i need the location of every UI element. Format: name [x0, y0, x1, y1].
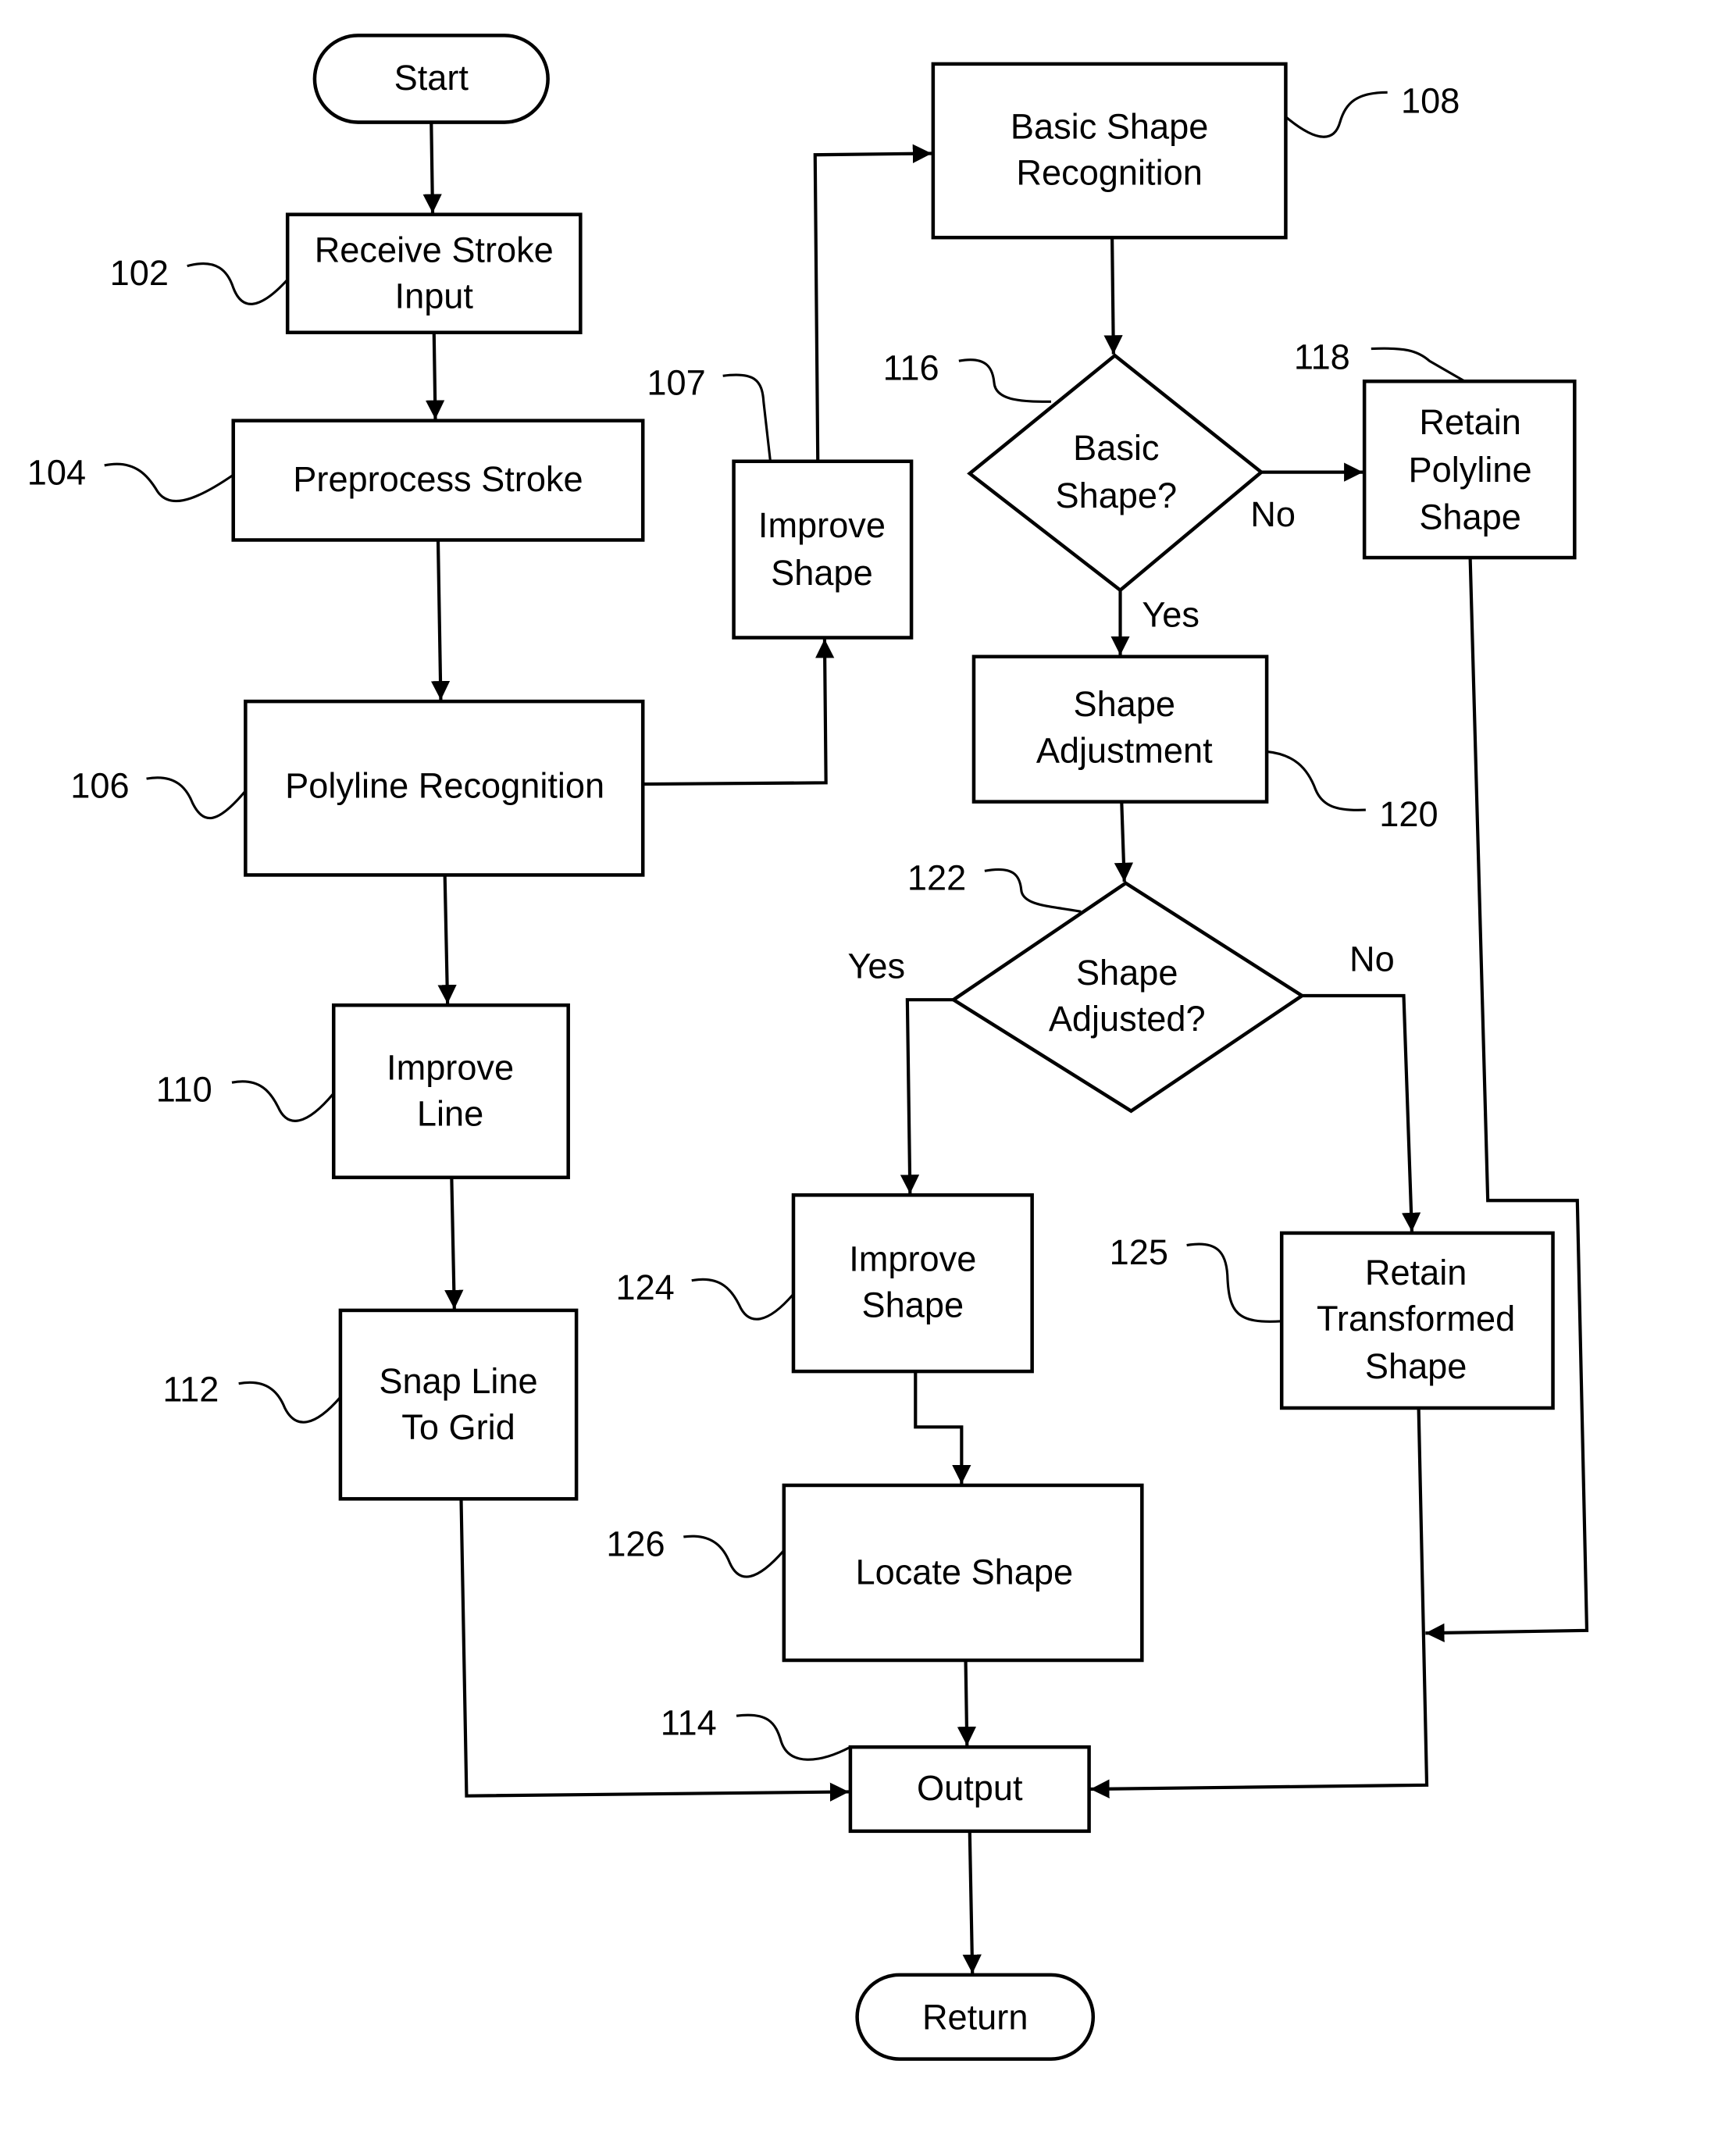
edge-106-to-110 [437, 875, 457, 1004]
node-124-line-2: Shape [862, 1285, 964, 1325]
ref-120: 120 [1379, 794, 1438, 834]
node-107-line-2: Shape [771, 553, 873, 593]
node-114-line-1: Output [917, 1768, 1023, 1808]
ref-107: 107 [647, 363, 705, 403]
ref-106: 106 [70, 765, 129, 805]
node-112-snap-line-to-grid: Snap Line To Grid [338, 1308, 579, 1501]
node-110-line-1: Improve [387, 1048, 514, 1088]
ref-118: 118 [1294, 337, 1350, 377]
edge-124-to-126 [914, 1371, 971, 1485]
edge-102-to-104 [425, 332, 445, 419]
node-110-line-2: Line [417, 1094, 483, 1134]
node-118-retain-polyline-shape: Retain Polyline Shape [1362, 380, 1577, 560]
decision-122-yes-label: Yes [847, 946, 905, 986]
ref-104: 104 [27, 452, 86, 492]
edge-126-to-114 [957, 1659, 977, 1746]
return-terminal: Return [855, 1973, 1096, 2061]
node-102-line-1: Receive Stroke [315, 230, 554, 269]
node-106-line-1: Polyline Recognition [285, 765, 604, 805]
node-118-line-2: Polyline [1409, 450, 1532, 490]
ref-110: 110 [156, 1069, 212, 1109]
node-108-basic-shape-recognition: Basic Shape Recognition [931, 62, 1288, 240]
node-114-output: Output [848, 1745, 1091, 1834]
node-112-line-2: To Grid [401, 1407, 515, 1447]
node-126-locate-shape: Locate Shape [782, 1483, 1144, 1663]
node-125-line-2: Transformed [1317, 1299, 1515, 1339]
edge-110-to-112 [444, 1177, 464, 1310]
node-102-receive-stroke-input: Receive Stroke Input [285, 212, 583, 335]
node-124-line-1: Improve [849, 1239, 976, 1279]
node-118-line-1: Retain [1419, 402, 1521, 442]
edge-122-to-124-yes [900, 998, 954, 1194]
edge-108-to-116 [1103, 237, 1123, 355]
edge-107-to-108 [813, 144, 932, 462]
node-107-line-1: Improve [758, 505, 886, 545]
node-118-line-3: Shape [1419, 497, 1521, 537]
node-125-line-1: Retain [1365, 1253, 1467, 1292]
decision-122-shape-adjusted: Shape Adjusted? [950, 881, 1306, 1114]
flowchart: Start Return Receive Stroke Input Prepro… [27, 34, 1589, 2061]
decision-116-no-label: No [1250, 494, 1296, 534]
ref-108: 108 [1401, 80, 1460, 120]
edge-start-to-102 [422, 122, 442, 213]
ref-125: 125 [1110, 1232, 1168, 1272]
node-120-line-2: Adjustment [1036, 730, 1213, 770]
decision-116-basic-shape: Basic Shape? [967, 353, 1264, 593]
start-label: Start [394, 58, 469, 98]
node-110-improve-line: Improve Line [331, 1003, 570, 1179]
node-124-improve-shape: Improve Shape [791, 1193, 1034, 1374]
ref-112: 112 [162, 1369, 219, 1409]
decision-116-line-2: Shape? [1055, 476, 1177, 515]
decision-122-line-2: Adjusted? [1049, 999, 1206, 1039]
ref-116: 116 [883, 348, 939, 388]
node-107-improve-shape: Improve Shape [732, 459, 914, 640]
edge-104-to-106 [430, 540, 451, 700]
node-102-line-2: Input [395, 276, 474, 315]
edge-120-to-122 [1114, 801, 1134, 882]
node-120-line-1: Shape [1073, 684, 1175, 724]
edge-114-to-return [962, 1831, 982, 1974]
start-terminal: Start [312, 34, 550, 124]
decision-116-line-1: Basic [1073, 428, 1159, 468]
node-125-line-3: Shape [1365, 1346, 1467, 1386]
node-126-line-1: Locate Shape [856, 1552, 1074, 1592]
decision-122-line-1: Shape [1076, 953, 1178, 993]
ref-114: 114 [661, 1703, 717, 1743]
node-120-shape-adjustment: Shape Adjustment [971, 654, 1269, 804]
edge-106-to-107 [643, 639, 835, 786]
decision-122-no-label: No [1349, 939, 1395, 979]
ref-126: 126 [606, 1524, 665, 1563]
node-104-preprocess-stroke: Preprocess Stroke [231, 419, 645, 542]
reference-labels: 102 104 106 107 108 110 112 114 116 118 … [27, 80, 1466, 1761]
return-label: Return [922, 1997, 1028, 2037]
node-125-retain-transformed-shape: Retain Transformed Shape [1279, 1231, 1555, 1410]
node-104-line-1: Preprocess Stroke [293, 459, 583, 499]
ref-122: 122 [907, 858, 966, 898]
ref-102: 102 [110, 253, 169, 293]
ref-124: 124 [615, 1267, 674, 1307]
decision-116-yes-label: Yes [1142, 595, 1200, 635]
edge-122-to-125-no [1302, 993, 1421, 1232]
edge-118-to-114-merge [1425, 557, 1589, 1643]
node-106-polyline-recognition: Polyline Recognition [244, 699, 645, 877]
node-112-line-1: Snap Line [379, 1361, 537, 1401]
node-108-line-2: Recognition [1016, 152, 1202, 192]
node-108-line-1: Basic Shape [1011, 106, 1208, 146]
